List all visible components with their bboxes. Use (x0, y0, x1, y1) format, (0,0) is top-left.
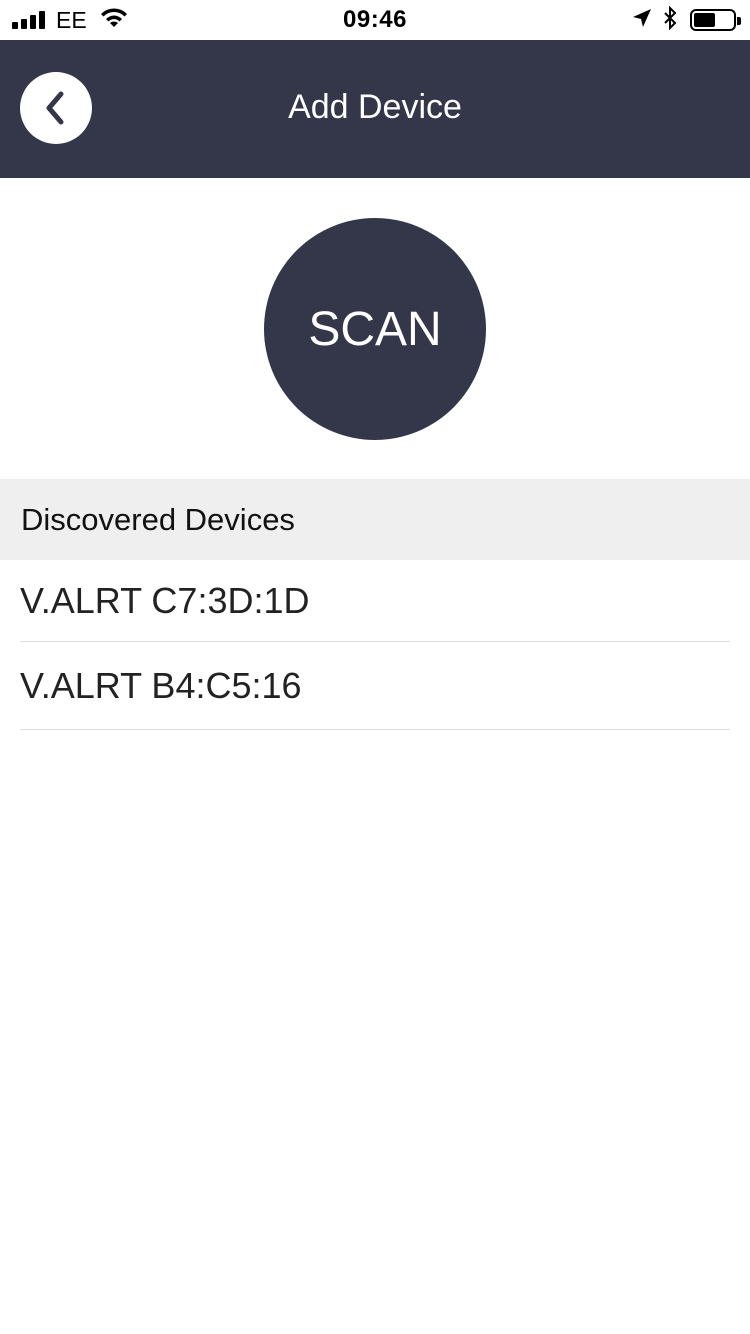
bluetooth-icon (662, 5, 678, 35)
discovered-devices-header: Discovered Devices (0, 479, 750, 560)
location-icon (632, 8, 652, 33)
status-right (632, 5, 741, 35)
device-list-item[interactable]: V.ALRT C7:3D:1D (20, 560, 730, 642)
device-name: V.ALRT B4:C5:16 (20, 664, 302, 706)
battery-icon (690, 9, 741, 31)
device-list-item[interactable]: V.ALRT B4:C5:16 (20, 642, 730, 730)
battery-fill (694, 13, 715, 27)
device-list: V.ALRT C7:3D:1D V.ALRT B4:C5:16 (0, 560, 750, 730)
device-name: V.ALRT C7:3D:1D (20, 579, 310, 621)
scan-button-label: SCAN (308, 302, 442, 356)
page-title: Add Device (288, 88, 462, 126)
battery-cap (737, 17, 741, 25)
navigation-bar: Add Device (0, 40, 750, 178)
scan-button[interactable]: SCAN (264, 218, 486, 440)
status-bar: EE 09:46 (0, 0, 750, 40)
